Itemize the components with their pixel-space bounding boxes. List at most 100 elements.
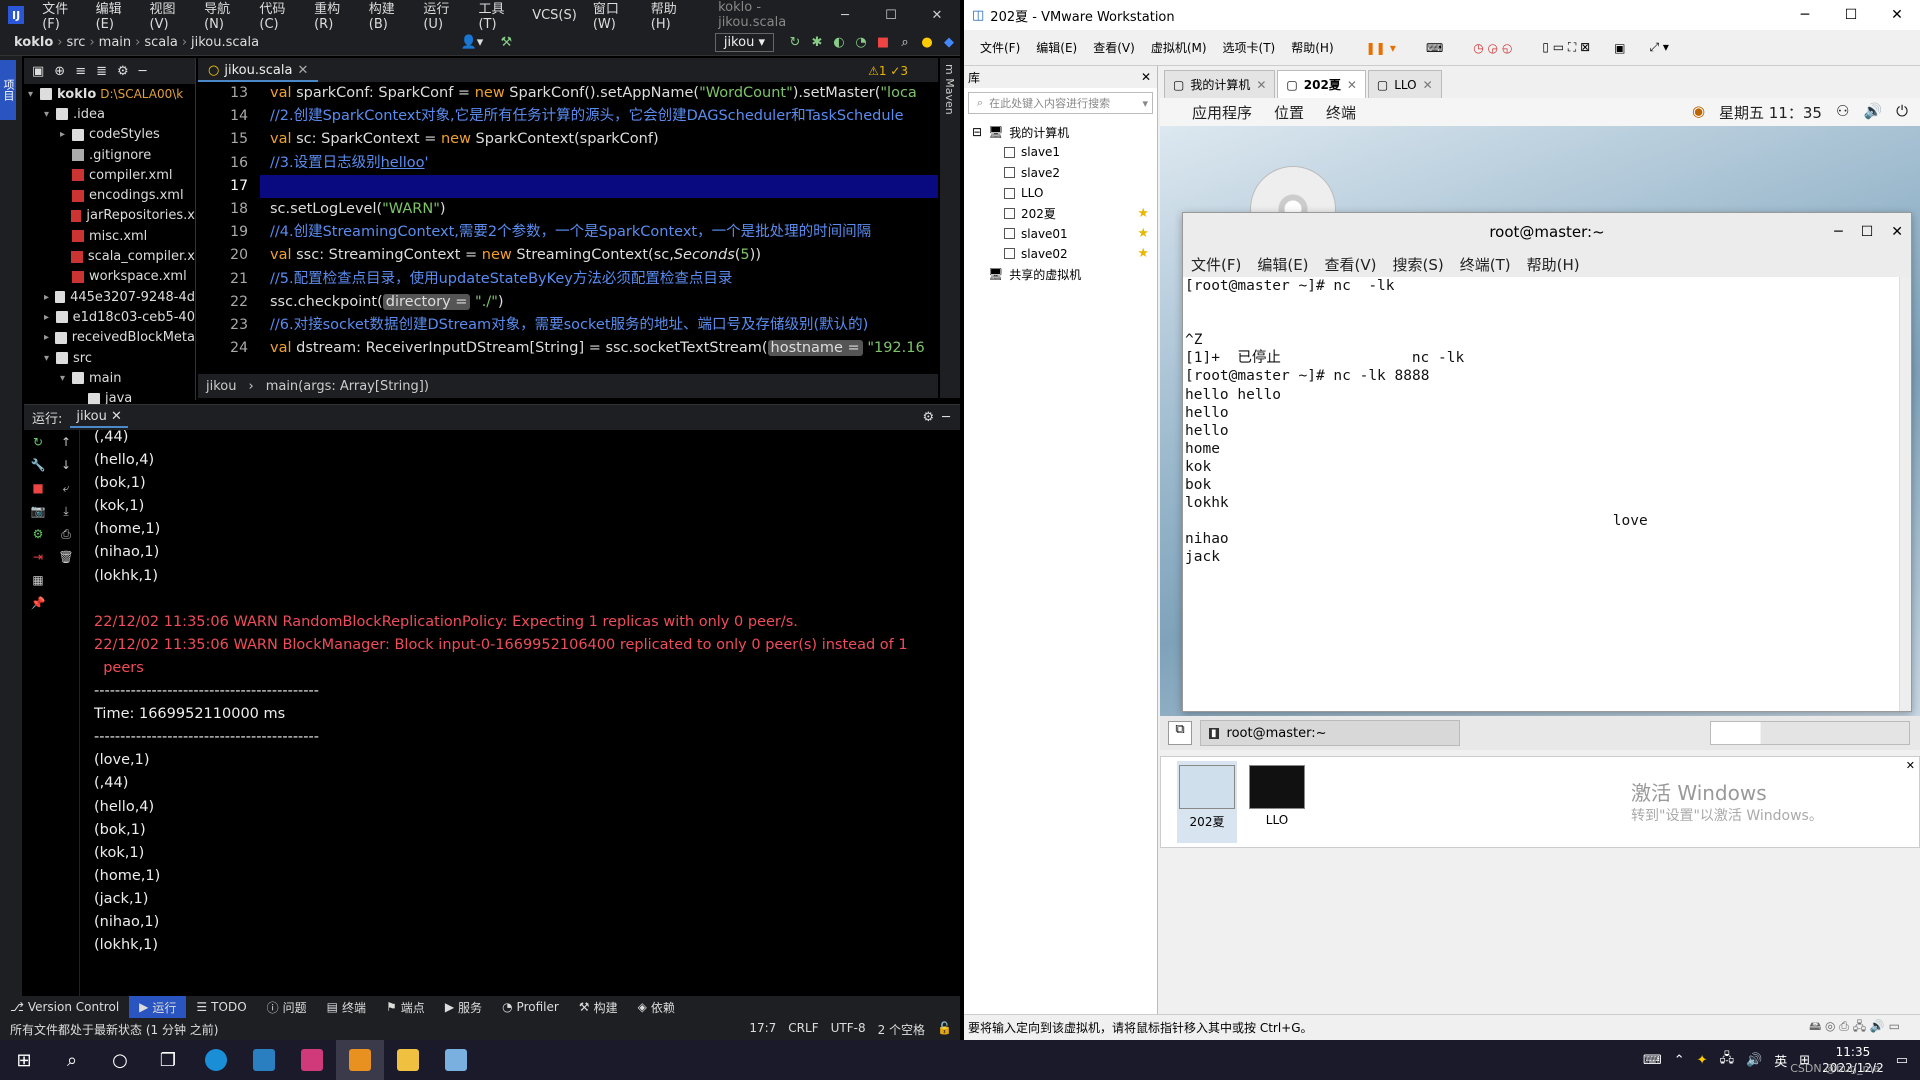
guest-menu-item[interactable]: 终端 bbox=[1326, 102, 1356, 123]
camera-icon[interactable]: 📷 bbox=[28, 504, 48, 522]
terminal-output[interactable]: [root@master ~]# nc -lk ^Z [1]+ 已停止 nc -lk… bbox=[1183, 277, 1899, 711]
tree-item[interactable]: scala_compiler.x bbox=[24, 246, 195, 266]
tree-item[interactable]: encodings.xml bbox=[24, 185, 195, 205]
library-shared[interactable]: 🖥 共享的虚拟机 bbox=[964, 264, 1157, 284]
run-config-select[interactable]: jikou ▾ bbox=[714, 33, 774, 52]
close-icon[interactable]: ✕ bbox=[1891, 224, 1903, 240]
terminal-menu-item[interactable]: 编辑(E) bbox=[1257, 254, 1308, 275]
soft-wrap-icon[interactable]: ⤶ bbox=[56, 481, 76, 499]
expand-all-icon[interactable]: ≡ bbox=[75, 64, 86, 79]
caret-position[interactable]: 17:7 bbox=[749, 1021, 776, 1038]
print-icon[interactable]: ⎙ bbox=[56, 527, 76, 545]
hammer-icon[interactable]: ⚒ bbox=[495, 35, 517, 50]
pause-icon[interactable]: ❚❚ ▾ bbox=[1366, 41, 1396, 55]
terminal-menu-item[interactable]: 终端(T) bbox=[1460, 254, 1511, 275]
code-line[interactable]: //2.创建SparkContext对象,它是所有任务计算的源头，它会创建DAG… bbox=[260, 105, 938, 128]
guest-clock[interactable]: 星期五 11：35 bbox=[1719, 102, 1822, 123]
tab-jikou-scala[interactable]: ○ jikou.scala ✕ bbox=[198, 60, 319, 82]
close-tab-icon[interactable]: ✕ bbox=[297, 63, 308, 78]
chevron-icon[interactable]: ▾ bbox=[44, 353, 56, 364]
fullscreen-icon[interactable]: ⤢ ▾ bbox=[1650, 40, 1669, 55]
tool-window-button[interactable]: ⓘ 问题 bbox=[257, 996, 317, 1018]
method-crumb[interactable]: jikou bbox=[206, 379, 236, 394]
vmware-menu-item[interactable]: 文件(F) bbox=[972, 39, 1028, 56]
library-vm-item[interactable]: slave1 bbox=[964, 142, 1157, 162]
idea-menu-item[interactable]: 重构(R) bbox=[306, 0, 361, 32]
close-icon[interactable]: ✕ bbox=[1347, 78, 1357, 92]
notification-icon[interactable]: ▭ bbox=[1896, 1053, 1908, 1068]
search-icon[interactable]: ⌕ bbox=[894, 35, 916, 50]
arrow-down-icon[interactable]: ↓ bbox=[56, 458, 76, 476]
tree-item[interactable]: ▸ receivedBlockMeta bbox=[24, 328, 195, 348]
maximize-icon[interactable]: ☐ bbox=[868, 8, 914, 23]
tray-app-icon[interactable]: ✦ bbox=[1697, 1053, 1708, 1068]
idea-menu-item[interactable]: 导航(N) bbox=[196, 0, 251, 32]
device-icons[interactable]: 🖴 ◎ ⎙ 🖧 🔊 ▭ bbox=[1809, 1017, 1900, 1038]
tree-item[interactable]: ▾ .idea bbox=[24, 104, 195, 124]
idea-menu-item[interactable]: 窗口(W) bbox=[585, 0, 643, 32]
user-icon[interactable]: 👤▾ bbox=[461, 35, 484, 50]
power-icon[interactable]: ⏻ bbox=[1896, 102, 1908, 123]
code-line[interactable]: val dstream: ReceiverInputDStream[String… bbox=[260, 337, 938, 360]
breadcrumb-item[interactable]: koklo bbox=[10, 35, 57, 50]
pin-icon[interactable]: 📌 bbox=[28, 596, 48, 614]
guest-user-icon[interactable]: ◉ bbox=[1692, 102, 1705, 123]
code-line[interactable]: //4.创建StreamingContext,需要2个参数，一个是SparkCo… bbox=[260, 221, 938, 244]
library-vm-item[interactable]: slave2 bbox=[964, 163, 1157, 183]
tool-window-button[interactable]: ▶ 服务 bbox=[435, 996, 492, 1018]
code-line[interactable]: //3.设置日志级别helloo' bbox=[260, 152, 938, 175]
profile-icon[interactable]: ◔ bbox=[850, 35, 872, 50]
terminal-window[interactable]: root@master:~ ─ ☐ ✕ 文件(F) 编辑(E) 查看(V) 搜索(S)… bbox=[1182, 212, 1912, 712]
terminal-menu-item[interactable]: 查看(V) bbox=[1325, 254, 1377, 275]
vmware-menu-item[interactable]: 虚拟机(M) bbox=[1143, 39, 1215, 56]
breadcrumb-item[interactable]: src bbox=[62, 35, 89, 50]
cortana-icon[interactable]: ○ bbox=[96, 1040, 144, 1080]
code-line[interactable]: sc.setLogLevel("WARN") bbox=[260, 198, 938, 221]
settings-icon[interactable]: ⚙ bbox=[923, 410, 935, 425]
tree-item[interactable]: ▸ e1d18c03-ceb5-40 bbox=[24, 307, 195, 327]
idea-menu-item[interactable]: 帮助(H) bbox=[643, 0, 698, 32]
maven-tool-button[interactable]: m Maven bbox=[943, 64, 956, 115]
start-icon[interactable]: ⊞ bbox=[0, 1040, 48, 1080]
idea-menu-item[interactable]: 视图(V) bbox=[142, 0, 197, 32]
snapshot-icon[interactable]: ◷ ◶ ◵ bbox=[1473, 41, 1512, 55]
coverage-icon[interactable]: ◐ bbox=[828, 35, 850, 50]
tree-item[interactable]: ▸ codeStyles bbox=[24, 125, 195, 145]
hide-icon[interactable]: ─ bbox=[139, 64, 147, 79]
vmware-menu-item[interactable]: 帮助(H) bbox=[1283, 39, 1341, 56]
thumb-202[interactable]: 202夏 bbox=[1177, 761, 1237, 843]
hide-icon[interactable]: ─ bbox=[942, 410, 950, 425]
collapse-icon[interactable]: ⊟ bbox=[972, 125, 982, 139]
minimize-icon[interactable]: ─ bbox=[822, 8, 868, 23]
code-line[interactable] bbox=[260, 174, 938, 198]
code-line[interactable]: //6.对接socket数据创建DStream对象，需要socket服务的地址、… bbox=[260, 314, 938, 337]
tree-item[interactable]: .gitignore bbox=[24, 145, 195, 165]
guest-desktop[interactable]: root@master:~ ─ ☐ ✕ 文件(F) 编辑(E) 查看(V) 搜索(S)… bbox=[1160, 126, 1920, 716]
vmware-icon[interactable] bbox=[336, 1040, 384, 1080]
terminal-menu-item[interactable]: 文件(F) bbox=[1191, 254, 1241, 275]
idea-menu-item[interactable]: 运行(U) bbox=[415, 0, 470, 32]
notepad-icon[interactable] bbox=[432, 1040, 480, 1080]
tool-window-button[interactable]: ☰ TODO bbox=[186, 996, 256, 1018]
code-line[interactable]: ssc.checkpoint(directory = "./") bbox=[260, 291, 938, 314]
tree-item[interactable]: compiler.xml bbox=[24, 165, 195, 185]
close-icon[interactable]: ✕ bbox=[1874, 7, 1920, 23]
tree-item[interactable]: workspace.xml bbox=[24, 267, 195, 287]
library-vm-item[interactable]: LLO bbox=[964, 183, 1157, 203]
method-crumb[interactable]: main(args: Array[String]) bbox=[266, 379, 429, 394]
tree-item-root[interactable]: ▾ koklo D:\SCALA00\k bbox=[24, 84, 195, 104]
run-tab[interactable]: jikou ✕ bbox=[70, 407, 128, 428]
chevron-icon[interactable]: ▸ bbox=[60, 129, 72, 140]
close-icon[interactable]: ✕ bbox=[1256, 78, 1266, 92]
idea-menu-item[interactable]: VCS(S) bbox=[524, 8, 585, 23]
chevron-icon[interactable]: ▸ bbox=[44, 292, 55, 303]
volume-icon[interactable]: 🔊 bbox=[1863, 102, 1882, 123]
vm-tab[interactable]: ▢ 202夏 ✕ bbox=[1277, 70, 1366, 98]
keyboard-icon[interactable]: ⌨ bbox=[1643, 1053, 1662, 1068]
project-tool-button[interactable]: 项目 bbox=[0, 60, 16, 120]
console-output[interactable]: (,44) (hello,4) (bok,1) (kok,1) (home,1) (nih… bbox=[94, 426, 954, 996]
chevron-icon[interactable]: ▾ bbox=[44, 109, 56, 120]
close-icon[interactable]: ✕ bbox=[1423, 78, 1433, 92]
tree-item[interactable]: ▸ 445e3207-9248-4d bbox=[24, 287, 195, 307]
file-encoding[interactable]: UTF-8 bbox=[831, 1021, 866, 1038]
